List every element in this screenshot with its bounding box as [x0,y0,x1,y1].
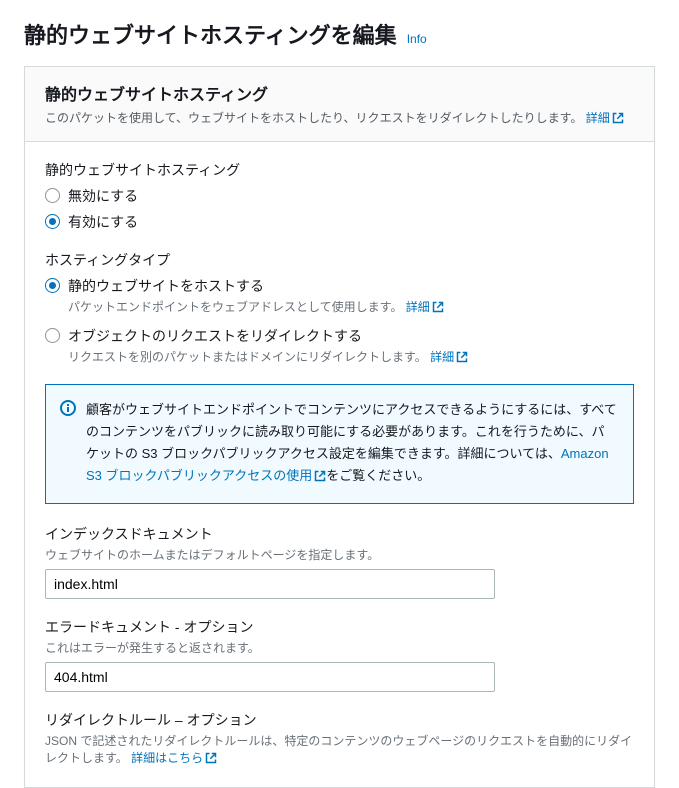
error-document-field: エラードキュメント - オプション これはエラーが発生すると返されます。 [45,617,634,692]
panel-detail-link[interactable]: 詳細 [586,111,624,125]
radio-icon [45,188,60,203]
radio-icon [45,328,60,343]
settings-panel: 静的ウェブサイトホスティング このパケットを使用して、ウェブサイトをホストしたり… [24,66,655,788]
external-link-icon [205,752,217,767]
hosting-type-label: ホスティングタイプ [45,250,634,270]
info-text: 顧客がウェブサイトエンドポイントでコンテンツにアクセスできるようにするには、すべ… [86,399,617,489]
index-document-label: インデックスドキュメント [45,524,634,544]
panel-desc: このパケットを使用して、ウェブサイトをホストしたり、リクエストをリダイレクトした… [45,109,634,127]
index-document-field: インデックスドキュメント ウェブサイトのホームまたはデフォルトページを指定します… [45,524,634,599]
error-document-input[interactable] [45,662,495,692]
error-document-hint: これはエラーが発生すると返されます。 [45,639,634,656]
hosting-type-host-detail-link[interactable]: 詳細 [406,300,444,314]
radio-icon [45,278,60,293]
radio-icon [45,214,60,229]
redirect-rules-hint: JSON で記述されたリダイレクトルールは、特定のコンテンツのウェブページのリク… [45,732,634,767]
index-document-input[interactable] [45,569,495,599]
index-document-hint: ウェブサイトのホームまたはデフォルトページを指定します。 [45,546,634,563]
external-link-icon [456,351,468,366]
hosting-toggle-group: 静的ウェブサイトホスティング 無効にする 有効にする [45,160,634,232]
external-link-icon [432,301,444,316]
info-icon [60,400,76,489]
external-link-icon [314,467,326,489]
hosting-disable-radio[interactable]: 無効にする [45,186,634,206]
panel-title: 静的ウェブサイトホスティング [45,81,634,105]
hosting-type-redirect-detail-link[interactable]: 詳細 [430,350,468,364]
error-document-label: エラードキュメント - オプション [45,617,634,637]
page-header: 静的ウェブサイトホスティングを編集 Info [24,18,655,50]
hosting-type-group: ホスティングタイプ 静的ウェブサイトをホストする パケットエンドポイントをウェブ… [45,250,634,366]
info-link[interactable]: Info [407,32,427,46]
external-link-icon [612,112,624,127]
panel-header: 静的ウェブサイトホスティング このパケットを使用して、ウェブサイトをホストしたり… [25,67,654,142]
hosting-type-host-radio[interactable]: 静的ウェブサイトをホストする パケットエンドポイントをウェブアドレスとして使用し… [45,276,634,316]
redirect-rules-field: リダイレクトルール – オプション JSON で記述されたリダイレクトルールは、… [45,710,634,767]
public-access-info-alert: 顧客がウェブサイトエンドポイントでコンテンツにアクセスできるようにするには、すべ… [45,384,634,504]
redirect-rules-detail-link[interactable]: 詳細はこちら [131,751,217,765]
page-title: 静的ウェブサイトホスティングを編集 [24,18,397,50]
hosting-label: 静的ウェブサイトホスティング [45,160,634,180]
hosting-type-redirect-radio[interactable]: オブジェクトのリクエストをリダイレクトする リクエストを別のパケットまたはドメイ… [45,326,634,366]
hosting-enable-radio[interactable]: 有効にする [45,212,634,232]
redirect-rules-label: リダイレクトルール – オプション [45,710,634,730]
